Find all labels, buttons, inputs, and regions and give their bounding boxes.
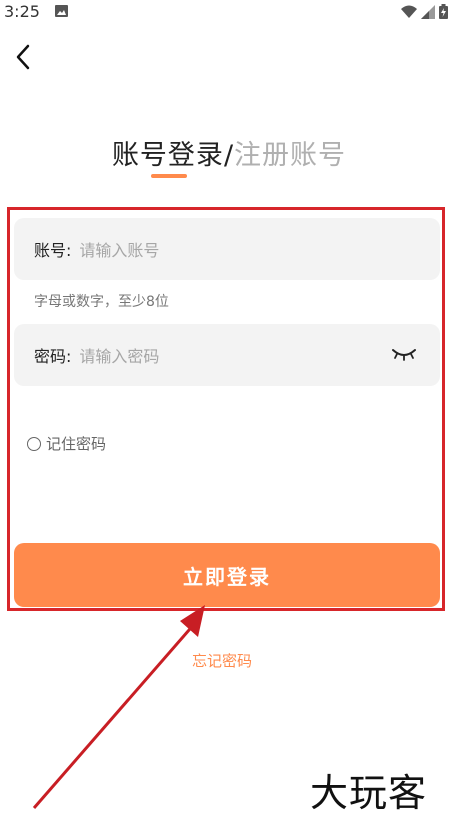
remember-password-toggle[interactable]: 记住密码 bbox=[27, 433, 106, 454]
back-arrow-icon[interactable] bbox=[10, 42, 38, 72]
tab-register[interactable]: 注册账号 bbox=[234, 140, 346, 171]
watermark-logo: 大玩客 bbox=[310, 771, 428, 815]
password-field[interactable]: 密码: 请输入密码 bbox=[14, 324, 440, 386]
account-label: 账号: bbox=[34, 241, 72, 260]
wifi-icon bbox=[401, 5, 417, 18]
forgot-password-link[interactable]: 忘记密码 bbox=[192, 650, 252, 671]
account-hint: 字母或数字，至少8位 bbox=[34, 294, 169, 310]
tab-separator: / bbox=[223, 140, 235, 171]
tab-account-login[interactable]: 账号登录 bbox=[112, 140, 224, 171]
eye-closed-icon[interactable] bbox=[392, 346, 416, 362]
remember-password-label: 记住密码 bbox=[46, 435, 107, 453]
image-notification-icon bbox=[55, 5, 68, 17]
status-bar: 3:25 bbox=[0, 0, 458, 24]
login-button[interactable]: 立即登录 bbox=[14, 543, 440, 607]
radio-unchecked-icon[interactable] bbox=[27, 436, 41, 451]
login-register-tabs: 账号登录/注册账号 bbox=[0, 133, 458, 172]
password-input[interactable]: 请输入密码 bbox=[79, 343, 440, 367]
status-icons bbox=[401, 4, 448, 19]
battery-icon bbox=[439, 4, 448, 19]
account-field[interactable]: 账号: 请输入账号 bbox=[14, 218, 440, 280]
status-time: 3:25 bbox=[4, 2, 40, 21]
account-input[interactable]: 请输入账号 bbox=[79, 237, 440, 261]
signal-icon bbox=[421, 4, 435, 19]
password-label: 密码: bbox=[34, 347, 72, 366]
active-tab-indicator bbox=[151, 174, 187, 178]
